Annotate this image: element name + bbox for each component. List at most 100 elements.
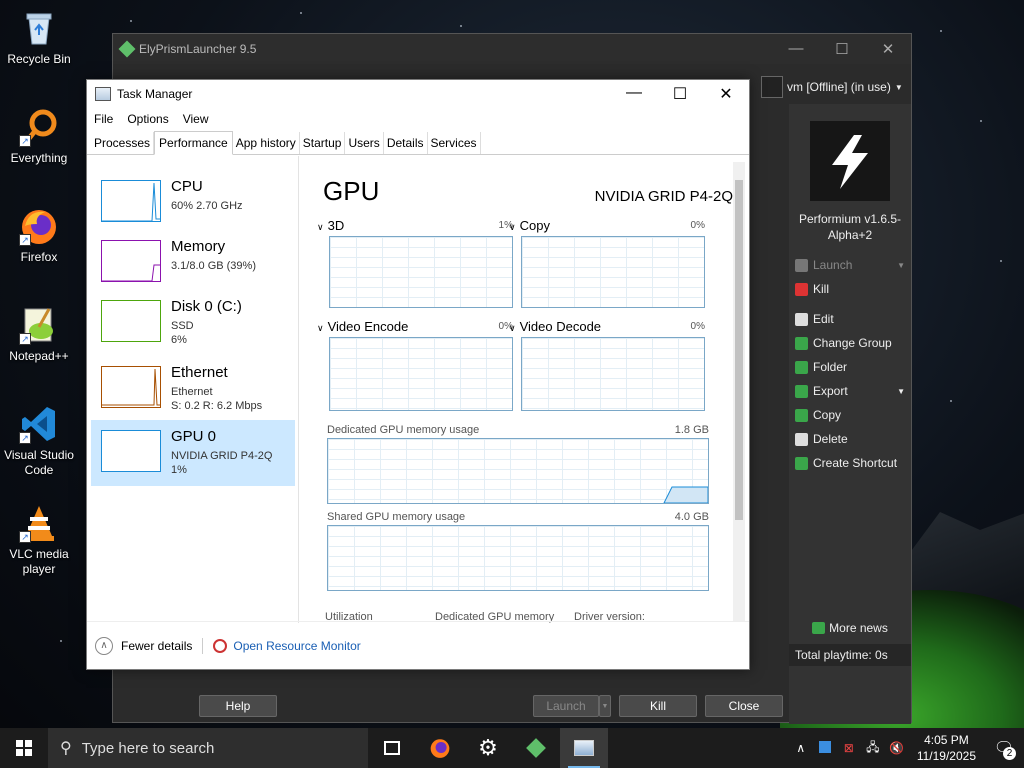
task-view-button[interactable] xyxy=(368,728,416,768)
desktop-icon-label: Everything xyxy=(10,151,68,165)
gpu-detail-pane: GPU NVIDIA GRID P4-2Q ∨ 3D 1% ∨ Copy 0% ∨ V… xyxy=(313,156,733,623)
shortcut-arrow-icon: ↗ xyxy=(19,531,31,543)
account-selector[interactable]: vm [Offline] (in use) ▼ xyxy=(761,74,911,100)
launch-dropdown-button[interactable]: ▼ xyxy=(599,695,611,717)
chevron-up-icon[interactable]: ∧ xyxy=(95,636,113,655)
resource-gpu[interactable]: GPU 0 NVIDIA GRID P4-2Q 1% xyxy=(91,420,295,486)
tab-processes[interactable]: Processes xyxy=(91,132,155,154)
fewer-details-link[interactable]: Fewer details xyxy=(121,639,192,653)
resource-detail: 60% 2.70 GHz xyxy=(171,200,243,212)
engine-3d-selector[interactable]: ∨ 3D xyxy=(317,218,344,233)
launch-button[interactable]: Launch xyxy=(533,695,599,717)
taskbar-task-manager[interactable] xyxy=(560,728,608,768)
resource-disk[interactable]: Disk 0 (C:) SSD 6% xyxy=(91,290,295,354)
taskbar-search[interactable]: ⚲ Type here to search xyxy=(48,728,368,768)
menu-view[interactable]: View xyxy=(183,112,209,126)
engine-video-encode-selector[interactable]: ∨ Video Encode xyxy=(317,319,408,334)
open-resource-monitor-link[interactable]: Open Resource Monitor xyxy=(233,639,360,653)
taskbar-settings[interactable]: ⚙ xyxy=(464,728,512,768)
account-avatar-icon xyxy=(761,76,783,98)
desktop-icon-label: Visual Studio Code xyxy=(4,448,74,477)
engine-name: 3D xyxy=(327,218,345,233)
tray-app-icon[interactable] xyxy=(813,740,837,756)
change-group-action[interactable]: Change Group xyxy=(789,331,911,355)
notification-center-button[interactable]: 🗨 2 xyxy=(984,738,1024,760)
prism-maximize-button[interactable]: ☐ xyxy=(819,40,865,58)
engine-copy-selector[interactable]: ∨ Copy xyxy=(509,218,550,233)
engine-3d-graph xyxy=(329,236,513,308)
folder-action[interactable]: Folder xyxy=(789,355,911,379)
resource-memory[interactable]: Memory 3.1/8.0 GB (39%) xyxy=(91,230,295,294)
desktop-icon-vlc[interactable]: ↗ VLC media player xyxy=(0,503,78,577)
tm-maximize-button[interactable]: ☐ xyxy=(657,84,703,104)
resource-monitor-icon xyxy=(213,638,228,653)
prism-minimize-button[interactable]: — xyxy=(773,40,819,58)
copy-icon xyxy=(795,408,808,422)
tab-startup[interactable]: Startup xyxy=(300,132,346,154)
taskbar-firefox[interactable] xyxy=(416,728,464,768)
network-icon[interactable]: 🖧 xyxy=(861,738,885,759)
menu-file[interactable]: File xyxy=(94,112,113,126)
tray-security-icon[interactable]: ⊠ xyxy=(837,741,861,755)
taskbar: ⚲ Type here to search ⚙ ∧ ⊠ 🖧 🔇 4:05 PM … xyxy=(0,728,1024,768)
edit-action[interactable]: Edit xyxy=(789,307,911,331)
help-button[interactable]: Help xyxy=(199,695,277,717)
more-news-button[interactable]: More news xyxy=(789,616,911,640)
kill-action[interactable]: Kill xyxy=(789,277,911,301)
resource-name: CPU xyxy=(171,178,203,195)
engine-video-decode-graph xyxy=(521,337,705,411)
tab-services[interactable]: Services xyxy=(428,132,481,154)
clock-time: 4:05 PM xyxy=(924,733,969,747)
chevron-up-icon[interactable]: ∧ xyxy=(789,741,813,755)
engine-video-decode-selector[interactable]: ∨ Video Decode xyxy=(509,319,601,334)
instance-name: Performium v1.6.5-Alpha+2 xyxy=(798,212,902,242)
task-manager-icon xyxy=(95,87,111,101)
volume-muted-icon[interactable]: 🔇 xyxy=(885,741,909,755)
close-button[interactable]: Close xyxy=(705,695,783,717)
shortcut-arrow-icon: ↗ xyxy=(19,333,31,345)
prism-title-bar[interactable]: ElyPrismLauncher 9.5 — ☐ ✕ xyxy=(113,34,911,64)
clock[interactable]: 4:05 PM 11/19/2025 xyxy=(909,732,984,764)
desktop-icon-everything[interactable]: ↗ Everything xyxy=(0,107,78,166)
desktop-icon-vscode[interactable]: ↗ Visual Studio Code xyxy=(0,404,78,478)
action-label: Copy xyxy=(813,408,842,422)
desktop-icon-recycle-bin[interactable]: Recycle Bin xyxy=(0,8,78,67)
action-label: Edit xyxy=(813,312,834,326)
prism-window-title: ElyPrismLauncher 9.5 xyxy=(139,42,257,56)
tab-performance[interactable]: Performance xyxy=(154,131,233,155)
desktop-icon-label: Recycle Bin xyxy=(7,52,71,66)
ethernet-mini-graph xyxy=(101,366,161,408)
resource-detail-2: S: 0.2 R: 6.2 Mbps xyxy=(171,400,263,412)
scrollbar-thumb[interactable] xyxy=(735,180,743,520)
tm-window-title: Task Manager xyxy=(117,87,193,101)
desktop-icon-notepadpp[interactable]: ↗ Notepad++ xyxy=(0,305,78,364)
tab-app-history[interactable]: App history xyxy=(233,132,300,154)
search-placeholder: Type here to search xyxy=(81,739,215,757)
create-shortcut-action[interactable]: Create Shortcut xyxy=(789,451,911,475)
tab-users[interactable]: Users xyxy=(345,132,384,154)
resource-cpu[interactable]: CPU 60% 2.70 GHz xyxy=(91,170,295,234)
export-action[interactable]: Export ▼ xyxy=(789,379,911,403)
tm-close-button[interactable]: ✕ xyxy=(703,84,749,104)
vlc-icon: ↗ xyxy=(19,503,59,543)
total-playtime: Total playtime: 0s xyxy=(789,644,911,666)
tab-details[interactable]: Details xyxy=(384,132,428,154)
shared-memory-max: 4.0 GB xyxy=(674,511,709,523)
vertical-scrollbar[interactable] xyxy=(733,162,745,622)
gpu-heading: GPU xyxy=(323,176,380,206)
launch-action[interactable]: Launch ▼ xyxy=(789,253,911,277)
chevron-down-icon: ∨ xyxy=(317,323,324,333)
prism-close-button[interactable]: ✕ xyxy=(865,40,911,58)
tm-minimize-button[interactable]: — xyxy=(611,84,657,104)
kill-button[interactable]: Kill xyxy=(619,695,697,717)
taskbar-prism-launcher[interactable] xyxy=(512,728,560,768)
tm-title-bar[interactable]: Task Manager — ☐ ✕ xyxy=(87,80,749,108)
start-button[interactable] xyxy=(0,728,48,768)
resource-ethernet[interactable]: Ethernet Ethernet S: 0.2 R: 6.2 Mbps xyxy=(91,356,295,420)
menu-options[interactable]: Options xyxy=(127,112,168,126)
task-manager-window[interactable]: Task Manager — ☐ ✕ File Options View Pro… xyxy=(86,79,750,670)
delete-action[interactable]: Delete xyxy=(789,427,911,451)
copy-action[interactable]: Copy xyxy=(789,403,911,427)
prism-app-icon xyxy=(118,40,136,58)
desktop-icon-firefox[interactable]: ↗ Firefox xyxy=(0,206,78,265)
